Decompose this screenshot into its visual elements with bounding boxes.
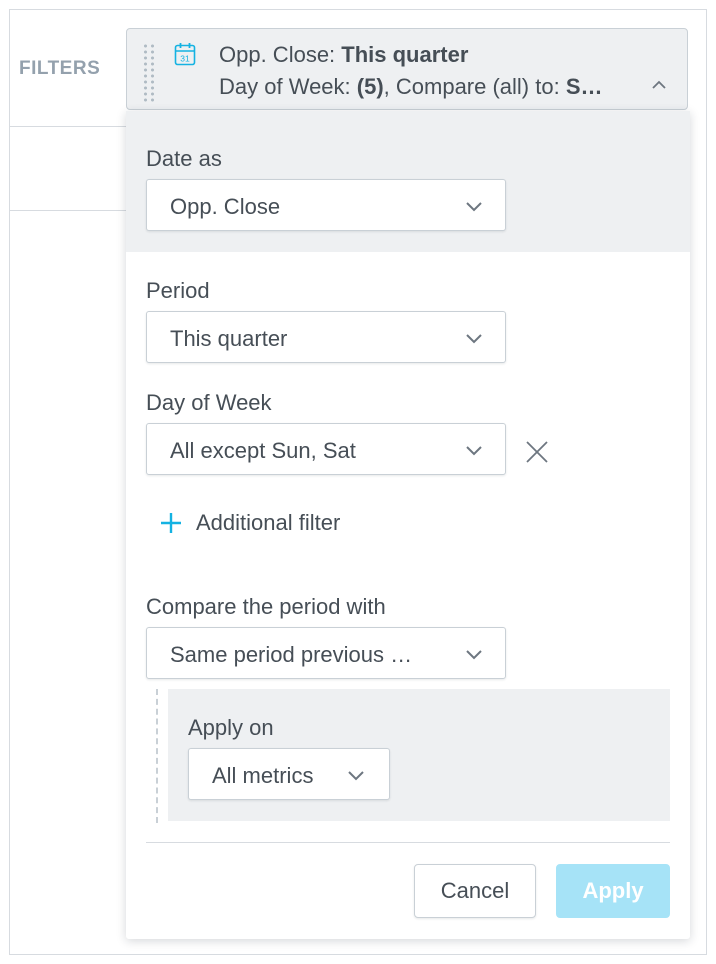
chevron-down-icon	[466, 202, 482, 212]
filter-bar-divider	[10, 126, 126, 127]
chevron-down-icon	[466, 446, 482, 456]
apply-on-dropdown[interactable]: All metrics	[188, 748, 390, 800]
date-as-label: Date as	[146, 146, 222, 171]
date-as-value: Opp. Close	[170, 194, 281, 219]
content-divider	[10, 210, 126, 211]
calendar-day-number: 31	[180, 54, 190, 64]
day-of-week-label: Day of Week	[146, 390, 272, 415]
chip-date-summary: Opp. Close: This quarter	[219, 42, 468, 68]
compare-tree-line	[156, 689, 158, 823]
chip-compare-label: , Compare (all) to:	[383, 74, 566, 99]
chevron-down-icon	[348, 771, 364, 781]
chevron-down-icon	[466, 650, 482, 660]
footer-divider	[146, 842, 670, 843]
period-dropdown[interactable]: This quarter	[146, 311, 506, 363]
period-label: Period	[146, 278, 210, 303]
chip-date-value: This quarter	[341, 42, 469, 67]
date-filter-panel: Date as Opp. Close Period This quarter D…	[126, 111, 690, 939]
chip-date-prefix: Opp. Close:	[219, 42, 342, 67]
apply-on-value: All metrics	[212, 763, 314, 788]
chip-compare-value: S…	[565, 74, 603, 99]
chip-day-count: (5)	[356, 74, 384, 99]
compare-value: Same period previous …	[170, 642, 413, 667]
apply-on-section: Apply on All metrics	[168, 689, 670, 821]
day-of-week-value: All except Sun, Sat	[170, 438, 356, 463]
period-value: This quarter	[170, 326, 288, 351]
apply-button[interactable]: Apply	[556, 864, 670, 918]
compare-label: Compare the period with	[146, 594, 386, 619]
day-of-week-dropdown[interactable]: All except Sun, Sat	[146, 423, 506, 475]
apply-on-label: Apply on	[188, 715, 274, 740]
chevron-up-icon[interactable]	[651, 79, 667, 91]
chip-extra-summary: Day of Week: (5), Compare (all) to: S…	[219, 74, 643, 100]
chip-day-label: Day of Week:	[219, 74, 357, 99]
chevron-down-icon	[466, 334, 482, 344]
calendar-icon: 31	[174, 43, 196, 66]
drag-handle-icon[interactable]	[142, 43, 156, 103]
date-as-dropdown[interactable]: Opp. Close	[146, 179, 506, 231]
plus-icon	[161, 513, 181, 533]
compare-dropdown[interactable]: Same period previous …	[146, 627, 506, 679]
date-filter-chip[interactable]: 31 Opp. Close: This quarter Day of Week:…	[126, 28, 688, 110]
cancel-button[interactable]: Cancel	[414, 864, 536, 918]
filters-label: FILTERS	[19, 58, 101, 79]
additional-filter-label: Additional filter	[196, 510, 341, 535]
close-icon[interactable]	[524, 439, 550, 465]
